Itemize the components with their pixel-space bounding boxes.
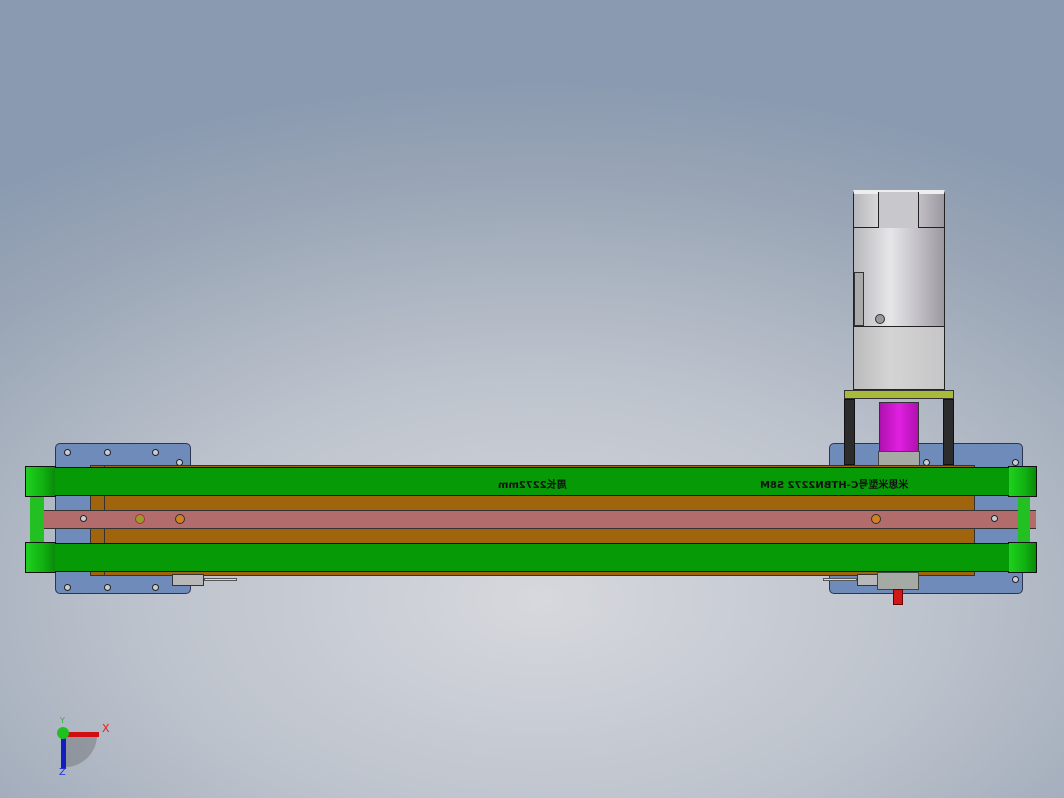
motor-bracket-right (943, 399, 954, 465)
bolt-icon (135, 514, 145, 524)
hole (104, 584, 111, 591)
motor-terminal (854, 272, 864, 326)
left-pulley-bottom[interactable] (25, 542, 56, 573)
bolt-icon (80, 515, 87, 522)
top-belt[interactable]: 周长2272mm 米思米型号C-HTBN2272 S8M (55, 467, 1009, 496)
right-pulley-top[interactable] (1008, 466, 1037, 497)
triad-shadow (65, 735, 97, 767)
screw-icon (875, 314, 885, 324)
hole (152, 584, 159, 591)
hole (104, 449, 111, 456)
right-idler-shaft (1018, 497, 1030, 542)
hole (64, 449, 71, 456)
red-shaft-cap (893, 589, 903, 605)
bolt-icon (175, 514, 185, 524)
motor-bracket-left (844, 399, 855, 465)
shaft-coupling[interactable] (879, 402, 919, 452)
bottom-belt[interactable] (55, 543, 1009, 572)
right-pulley-bottom[interactable] (1008, 542, 1037, 573)
guide-bar (40, 510, 1036, 529)
y-axis-origin (57, 727, 69, 739)
hole (64, 584, 71, 591)
left-sensor[interactable] (172, 574, 204, 586)
shaft-end (877, 572, 919, 590)
hole (152, 449, 159, 456)
bolt-icon (991, 515, 998, 522)
x-axis-arrow (65, 732, 99, 737)
z-axis-label: Z (59, 767, 66, 778)
hole (1012, 459, 1019, 466)
motor-flange (844, 390, 954, 399)
axis-triad: X Y Z (45, 715, 125, 785)
bolt-icon (871, 514, 881, 524)
belt-perimeter-label: 周长2272mm (498, 480, 567, 491)
y-axis-label: Y (60, 716, 65, 725)
right-sensor-rod (823, 578, 857, 581)
x-axis-label: X (102, 722, 110, 735)
hole (1012, 576, 1019, 583)
belt-model-label: 米思米型号C-HTBN2272 S8M (760, 480, 909, 491)
left-pulley-top[interactable] (25, 466, 56, 497)
left-sensor-rod (204, 578, 237, 581)
z-axis-arrow (61, 735, 66, 769)
cad-viewport[interactable]: 周长2272mm 米思米型号C-HTBN2272 S8M X Y Z (0, 0, 1064, 798)
motor-gearbox (853, 326, 945, 390)
left-idler-shaft (30, 497, 44, 542)
motor-cap-divider (878, 192, 919, 228)
